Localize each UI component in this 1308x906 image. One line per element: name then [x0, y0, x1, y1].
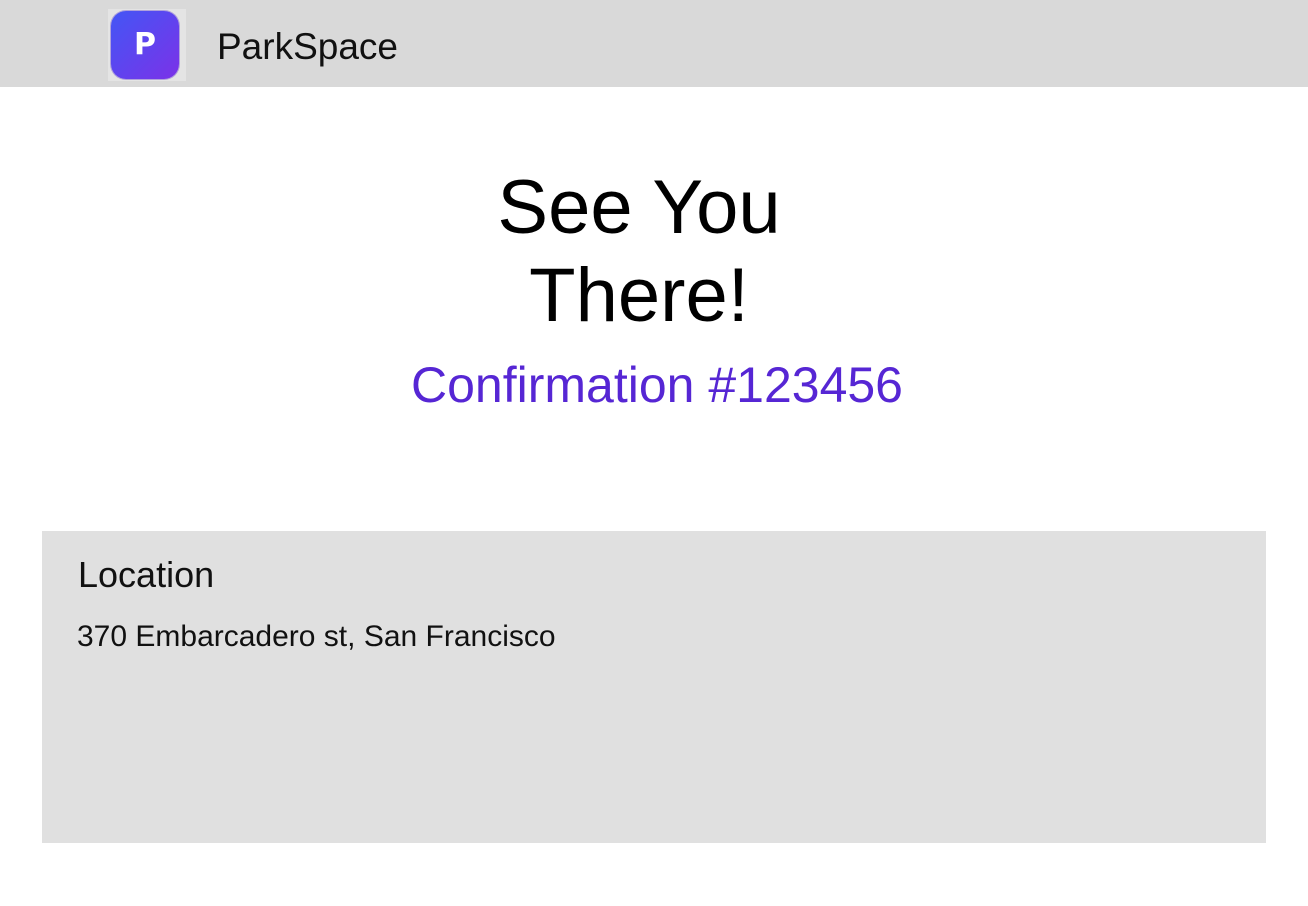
- brand-name[interactable]: ParkSpace: [217, 24, 398, 70]
- logo-tile[interactable]: P: [108, 9, 186, 81]
- location-address: 370 Embarcadero st, San Francisco: [77, 620, 556, 653]
- location-card: Location 370 Embarcadero st, San Francis…: [42, 531, 1266, 843]
- logo-letter: P: [134, 27, 156, 62]
- page-title: See You There!: [0, 164, 1278, 340]
- parkspace-logo-icon: P: [111, 11, 179, 79]
- page-title-line-2: There!: [529, 253, 749, 338]
- confirmation-number: Confirmation #123456: [411, 357, 903, 413]
- app-header: P ParkSpace: [0, 0, 1308, 87]
- location-heading: Location: [78, 554, 215, 595]
- page-title-line-1: See You: [497, 165, 781, 250]
